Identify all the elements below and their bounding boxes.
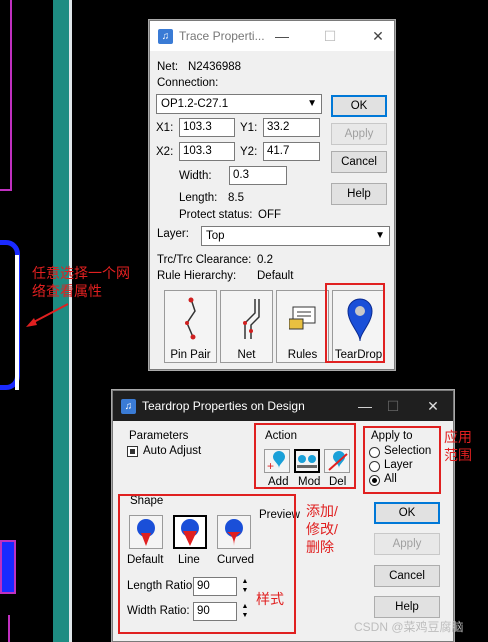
layer-label: Layer: bbox=[157, 228, 189, 240]
teardrop-window-titlebar[interactable]: ♫ Teardrop Properties on Design — ☐ ✕ bbox=[113, 391, 453, 421]
layer-value: Top bbox=[206, 230, 225, 242]
help-button[interactable]: Help bbox=[374, 596, 440, 618]
y1-field[interactable]: 33.2 bbox=[263, 118, 320, 137]
clearance-value: 0.2 bbox=[257, 254, 273, 266]
teardrop-window-title: Teardrop Properties on Design bbox=[142, 399, 305, 413]
rule-hierarchy-value: Default bbox=[257, 270, 294, 282]
y2-field[interactable]: 41.7 bbox=[263, 142, 320, 161]
apply-button[interactable]: Apply bbox=[374, 533, 440, 555]
clearance-label: Trc/Trc Clearance: bbox=[157, 254, 252, 266]
annotation-arrow bbox=[26, 303, 69, 327]
width-label: Width: bbox=[179, 170, 212, 182]
watermark: CSDN @菜鸡豆腐脑 bbox=[354, 620, 464, 634]
chevron-down-icon: ▼ bbox=[307, 98, 317, 109]
annotation-apply-scope: 应用范围 bbox=[444, 429, 472, 463]
rules-label: Rules bbox=[287, 349, 318, 361]
net-label: Net: bbox=[157, 61, 179, 73]
net-icon bbox=[243, 299, 260, 339]
apply-button[interactable]: Apply bbox=[331, 123, 387, 145]
rule-hierarchy-label: Rule Hierarchy: bbox=[157, 270, 237, 282]
rules-button[interactable]: Rules bbox=[276, 290, 329, 363]
ok-button[interactable]: OK bbox=[374, 502, 440, 524]
app-icon: ♫ bbox=[158, 28, 173, 44]
auto-adjust-checkbox[interactable] bbox=[127, 446, 138, 457]
pcb-trace bbox=[8, 615, 10, 642]
ok-button[interactable]: OK bbox=[331, 95, 387, 117]
net-value: N2436988 bbox=[188, 61, 242, 73]
selected-trace[interactable] bbox=[0, 255, 19, 390]
net-button[interactable]: Net bbox=[220, 290, 273, 363]
connection-label: Connection: bbox=[157, 77, 219, 89]
chevron-down-icon: ▼ bbox=[375, 230, 385, 241]
maximize-icon: ☐ bbox=[386, 398, 400, 414]
y1-label: Y1: bbox=[240, 122, 258, 134]
trace-window-title: Trace Properti... bbox=[179, 29, 265, 43]
connection-value: OP1.2-C27.1 bbox=[161, 98, 229, 110]
y2-label: Y2: bbox=[240, 146, 258, 158]
pcb-trace bbox=[0, 189, 12, 191]
connection-select[interactable]: OP1.2-C27.1 ▼ bbox=[156, 94, 322, 114]
width-field[interactable]: 0.3 bbox=[229, 166, 287, 185]
annotation-style: 样式 bbox=[256, 591, 284, 607]
cancel-button[interactable]: Cancel bbox=[331, 151, 387, 173]
close-icon[interactable]: ✕ bbox=[417, 391, 449, 421]
highlight-teardrop bbox=[325, 283, 385, 363]
parameters-label: Parameters bbox=[129, 430, 189, 442]
x1-field[interactable]: 103.3 bbox=[179, 118, 235, 137]
close-icon[interactable]: ✕ bbox=[362, 21, 394, 51]
minimize-icon[interactable]: — bbox=[266, 21, 298, 51]
highlight-apply-to bbox=[363, 426, 441, 494]
auto-adjust-label: Auto Adjust bbox=[143, 445, 202, 457]
trace-window-titlebar[interactable]: ♫ Trace Properti... — ☐ ✕ bbox=[150, 21, 394, 51]
help-button[interactable]: Help bbox=[331, 183, 387, 205]
x1-label: X1: bbox=[156, 122, 174, 134]
protect-status-label: Protect status: bbox=[179, 209, 253, 221]
highlight-action bbox=[254, 423, 356, 489]
x2-field[interactable]: 103.3 bbox=[179, 142, 235, 161]
x2-label: X2: bbox=[156, 146, 174, 158]
pcb-trace bbox=[10, 0, 12, 190]
annotation-add-mod-del: 添加/修改/删除 bbox=[306, 503, 338, 555]
pcb-pad bbox=[0, 540, 16, 594]
highlight-shape bbox=[118, 494, 296, 634]
net-label: Net bbox=[237, 349, 256, 361]
length-label: Length: bbox=[179, 192, 218, 204]
layer-select[interactable]: Top ▼ bbox=[201, 226, 390, 246]
pin-pair-icon bbox=[185, 297, 196, 340]
app-icon: ♫ bbox=[121, 398, 136, 414]
annotation-select-network: 任意选择一个网络查看属性 bbox=[32, 265, 130, 299]
pin-pair-button[interactable]: Pin Pair bbox=[164, 290, 217, 363]
rules-icon bbox=[289, 306, 316, 330]
maximize-icon: ☐ bbox=[323, 28, 337, 44]
pin-pair-label: Pin Pair bbox=[170, 349, 211, 361]
protect-status-value: OFF bbox=[258, 209, 281, 221]
length-value: 8.5 bbox=[228, 192, 244, 204]
cancel-button[interactable]: Cancel bbox=[374, 565, 440, 587]
